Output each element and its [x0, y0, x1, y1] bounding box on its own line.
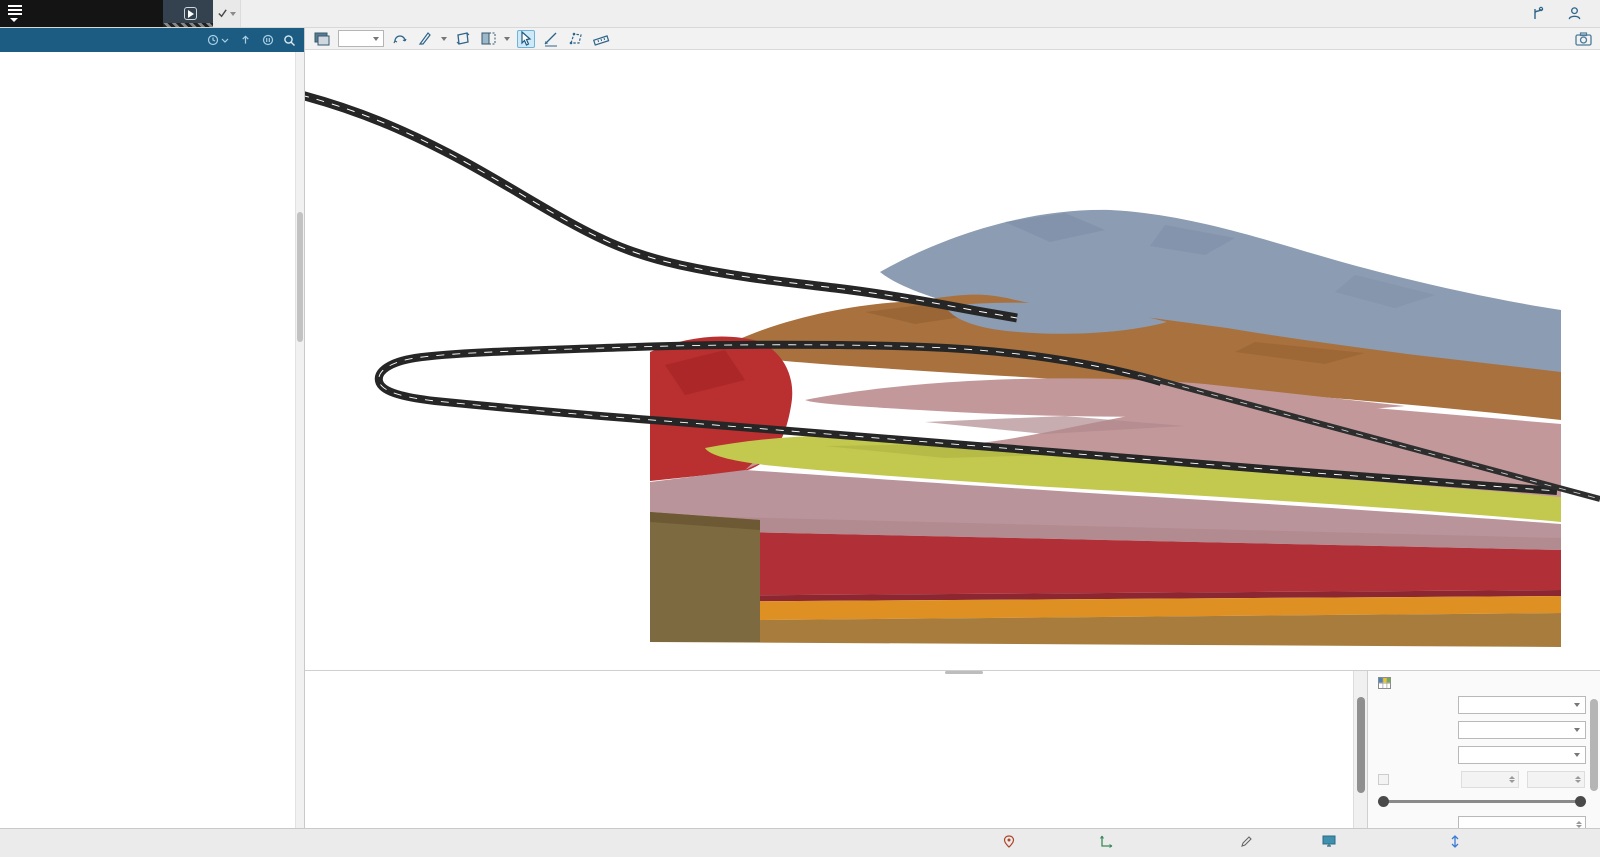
main-area [0, 28, 1600, 828]
slicer-dropdown-icon[interactable] [441, 37, 447, 41]
user-icon [1567, 6, 1582, 21]
user-account[interactable] [1567, 6, 1588, 21]
project-tree-list [0, 52, 295, 828]
enable-filter-row [1378, 771, 1586, 788]
top-right-controls [1531, 0, 1600, 27]
paused-counter[interactable] [260, 34, 274, 46]
project-tree-tools [205, 34, 296, 47]
top-bar [0, 0, 1600, 28]
properties-panel [1367, 671, 1600, 828]
location-pin-icon [1003, 835, 1015, 849]
query-filter-select[interactable] [1458, 721, 1586, 739]
scene-viewport [305, 28, 1600, 828]
project-tree-panel [0, 28, 305, 828]
properties-title [1378, 677, 1586, 689]
look-dropdown[interactable] [338, 30, 384, 47]
coordinate-system-status[interactable] [1003, 835, 1020, 849]
filter-to-input[interactable] [1527, 771, 1585, 788]
play-icon[interactable] [184, 7, 197, 20]
screen-capture-icon[interactable] [313, 30, 331, 48]
progress-stripes [163, 23, 213, 27]
properties-scrollbar[interactable] [1590, 699, 1598, 791]
moving-plane-icon[interactable] [454, 30, 472, 48]
upload-counter[interactable] [238, 34, 251, 46]
leapfrog-works-app [0, 0, 1600, 857]
up-down-arrow-icon [1450, 835, 1460, 848]
slice-box-icon[interactable] [479, 30, 497, 48]
filter-from-input[interactable] [1461, 771, 1519, 788]
enable-filter-checkbox[interactable] [1378, 774, 1389, 785]
build-badge[interactable] [163, 0, 213, 27]
scene-toolbar [305, 28, 1600, 50]
table-icon [1378, 677, 1391, 689]
shape-list [305, 671, 1353, 828]
menu-icon[interactable] [8, 5, 22, 22]
filter-range-slider[interactable] [1378, 796, 1586, 808]
arrow-up-icon [240, 34, 251, 46]
geological-model [305, 50, 1600, 670]
clock-icon [207, 34, 219, 46]
slice-mode-select[interactable] [1458, 696, 1586, 714]
app-brand [0, 0, 163, 27]
pause-icon [262, 34, 274, 46]
ruler-tool-icon[interactable] [592, 30, 610, 48]
code-status[interactable] [1240, 835, 1258, 848]
select-tool-icon[interactable] [517, 30, 535, 48]
chevron-down-icon [221, 36, 229, 44]
orbit-tool-icon[interactable] [391, 30, 409, 48]
check-icon [217, 8, 228, 19]
z-scale-status[interactable] [1450, 835, 1465, 848]
project-tree-header [0, 28, 304, 52]
project-tree-scrollbar[interactable] [295, 52, 304, 828]
slice-box-dropdown-icon[interactable] [504, 37, 510, 41]
history-counter[interactable] [205, 34, 229, 46]
pencil-icon [1240, 835, 1253, 848]
slicer-tool-icon[interactable] [416, 30, 434, 48]
slice-mode-row [1378, 696, 1586, 714]
branch-icon[interactable] [1531, 6, 1547, 22]
camera-icon[interactable] [1574, 30, 1592, 48]
polyline-tool-icon[interactable] [567, 30, 585, 48]
bottom-panels [305, 670, 1600, 828]
monitor-icon [1322, 835, 1336, 847]
status-bar [0, 828, 1600, 857]
axes-icon[interactable] [1100, 835, 1114, 848]
draw-line-icon[interactable] [542, 30, 560, 48]
acceleration-status[interactable] [1322, 835, 1341, 847]
query-filter-row [1378, 721, 1586, 739]
display-filter-row [1378, 746, 1586, 764]
scene-3d-view[interactable] [305, 50, 1600, 670]
search-icon[interactable] [283, 34, 296, 47]
shape-list-hscrollbar[interactable] [945, 671, 983, 674]
display-filter-select[interactable] [1458, 746, 1586, 764]
check-dropdown[interactable] [213, 0, 241, 27]
shape-list-vscrollbar[interactable] [1353, 671, 1367, 828]
